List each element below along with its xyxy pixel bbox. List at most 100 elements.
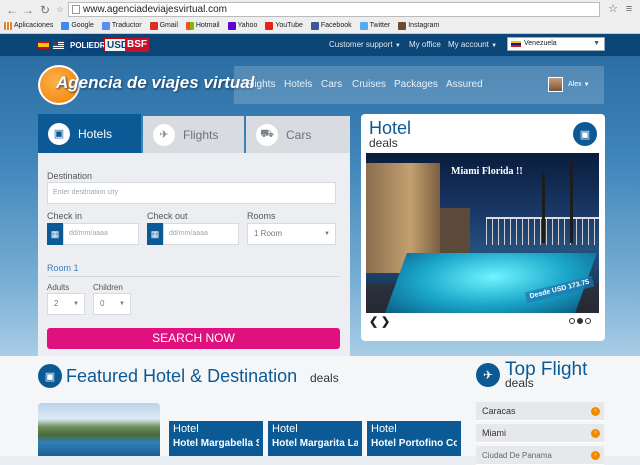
tab-hotels[interactable]: ▣ Hotels xyxy=(38,114,141,153)
divider xyxy=(47,276,339,277)
hotel-card-kind: Hotel xyxy=(272,423,298,435)
bookmark-label: Twitter xyxy=(369,22,391,29)
checkout-label: Check out xyxy=(147,211,188,221)
bookmark-label: Hotmail xyxy=(195,22,220,29)
customer-support-link[interactable]: Customer support ▼ xyxy=(329,38,401,52)
apps-grid-icon xyxy=(4,21,12,30)
nav-flights[interactable]: Flights xyxy=(246,79,275,90)
translate-icon xyxy=(101,21,110,30)
bookmark-translate[interactable]: Traductor xyxy=(101,21,142,30)
calendar-icon[interactable]: ▦ xyxy=(47,223,63,245)
adults-select[interactable]: 2 ▼ xyxy=(47,293,85,315)
bookmark-gmail[interactable]: Gmail xyxy=(149,21,178,30)
chevron-down-icon: ▼ xyxy=(593,40,600,47)
airplane-icon: ✈ xyxy=(153,123,175,146)
spain-flag-icon[interactable] xyxy=(38,41,49,49)
reload-icon[interactable]: ↻ xyxy=(37,3,53,17)
rooms-label: Rooms xyxy=(247,211,276,221)
carousel-dot-active[interactable] xyxy=(577,318,583,324)
hotel-card-kind: Hotel xyxy=(371,423,397,435)
bookmark-yahoo[interactable]: Yahoo xyxy=(227,21,258,30)
nav-cars[interactable]: Cars xyxy=(321,79,342,90)
bookmark-star-icon[interactable]: ☆ xyxy=(606,3,620,16)
prev-arrow-icon[interactable]: ❮ xyxy=(369,315,378,328)
nav-cruises[interactable]: Cruises xyxy=(352,79,386,90)
palm-tree xyxy=(542,173,545,243)
children-label: Children xyxy=(93,283,123,292)
country-select[interactable]: Venezuela ▼ xyxy=(507,37,605,51)
back-arrow-icon[interactable]: ← xyxy=(4,3,20,17)
destination-label: Destination xyxy=(47,171,93,181)
bookmark-label: Google xyxy=(71,22,94,29)
deals-subtitle: deals xyxy=(369,136,398,150)
star-icon[interactable]: ☆ xyxy=(52,3,68,17)
hotel-card-name: Hotel Portofino Complex xyxy=(371,438,457,449)
next-arrow-icon[interactable]: ❯ xyxy=(381,315,390,328)
hotel-card[interactable]: Hotel Hotel Margarita Lagunamar xyxy=(268,421,362,456)
city-item-miami[interactable]: Miami › xyxy=(476,424,604,443)
site-logo[interactable]: Agencia de viajes virtual xyxy=(56,73,254,93)
bookmarks-bar: Aplicaciones Google Traductor Gmail Hotm… xyxy=(4,19,439,32)
my-office-link[interactable]: My office xyxy=(409,38,441,52)
user-menu[interactable]: Alex ▼ xyxy=(568,81,590,88)
tab-cars[interactable]: ⛟ Cars xyxy=(246,116,350,153)
menu-icon[interactable]: ≡ xyxy=(622,3,636,16)
carousel-dot[interactable] xyxy=(569,318,575,324)
adults-value: 2 xyxy=(54,299,59,308)
tab-label: Cars xyxy=(286,127,312,142)
suitcase-icon: ▣ xyxy=(38,364,62,388)
featured-suffix: deals xyxy=(310,371,339,385)
featured-title: Featured Hotel & Destination xyxy=(66,366,298,386)
palm-tree xyxy=(570,161,573,243)
search-now-button[interactable]: SEARCH NOW xyxy=(47,328,340,349)
children-value: 0 xyxy=(100,299,105,308)
children-select[interactable]: 0 ▼ xyxy=(93,293,131,315)
destination-input[interactable]: Enter destination city xyxy=(47,182,336,204)
currency-bsf[interactable]: BSF xyxy=(125,38,149,52)
chevron-right-icon: › xyxy=(591,407,600,416)
nav-packages[interactable]: Packages xyxy=(394,79,438,90)
nav-hotels[interactable]: Hotels xyxy=(284,79,312,90)
google-icon xyxy=(61,21,70,30)
destination-image[interactable] xyxy=(38,403,160,456)
avatar[interactable] xyxy=(548,77,563,92)
bookmark-instagram[interactable]: Instagram xyxy=(398,21,439,30)
chevron-down-icon: ▼ xyxy=(491,43,498,49)
checkout-input[interactable]: dd/mm/aaaa xyxy=(163,223,239,245)
hotel-card[interactable]: Hotel Hotel Portofino Complex xyxy=(367,421,461,456)
carousel-dot[interactable] xyxy=(585,318,591,324)
bookmark-facebook[interactable]: Facebook xyxy=(310,21,352,30)
rooms-select[interactable]: 1 Room ▼ xyxy=(247,223,336,245)
bookmark-label: Gmail xyxy=(159,22,178,29)
bookmark-twitter[interactable]: Twitter xyxy=(359,21,391,30)
bookmark-label: Yahoo xyxy=(237,22,258,29)
bookmark-apps[interactable]: Aplicaciones xyxy=(4,21,54,30)
user-name: Alex xyxy=(568,81,582,88)
usa-flag-icon[interactable] xyxy=(53,41,64,49)
my-account-label: My account xyxy=(448,40,489,49)
bookmark-label: Aplicaciones xyxy=(14,22,54,29)
bookmark-youtube[interactable]: YouTube xyxy=(265,21,303,30)
chevron-down-icon: ▼ xyxy=(394,43,401,49)
airplane-icon: ✈ xyxy=(476,363,500,387)
youtube-icon xyxy=(265,21,274,30)
bookmark-google[interactable]: Google xyxy=(61,21,94,30)
bookmark-hotmail[interactable]: Hotmail xyxy=(185,21,220,30)
checkin-input[interactable]: dd/mm/aaaa xyxy=(63,223,139,245)
tab-label: Hotels xyxy=(78,126,113,141)
hotel-card-kind: Hotel xyxy=(173,423,199,435)
calendar-icon[interactable]: ▦ xyxy=(147,223,163,245)
nav-assured[interactable]: Assured xyxy=(446,79,483,90)
forward-arrow-icon[interactable]: → xyxy=(20,3,36,17)
hotel-card[interactable]: Hotel Hotel Margabella Suites xyxy=(169,421,263,456)
chevron-down-icon: ▼ xyxy=(324,231,330,237)
my-account-link[interactable]: My account ▼ xyxy=(448,38,497,52)
chevron-down-icon: ▼ xyxy=(583,82,590,88)
tab-label: Flights xyxy=(183,127,219,142)
yahoo-icon xyxy=(227,21,236,30)
tab-flights[interactable]: ✈ Flights xyxy=(143,116,244,153)
city-label: Caracas xyxy=(482,406,516,416)
customer-support-label: Customer support xyxy=(329,40,393,49)
city-item-caracas[interactable]: Caracas › xyxy=(476,402,604,421)
address-bar[interactable]: www.agenciadeviajesvirtual.com xyxy=(68,2,600,17)
